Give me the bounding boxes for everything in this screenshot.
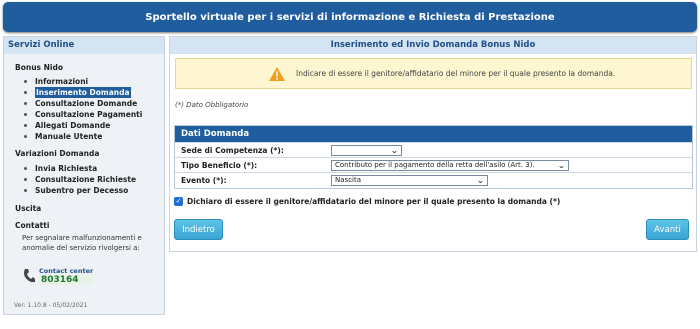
sidebar-item-consultazione-richieste[interactable]: Consultazione Richieste (24, 174, 164, 185)
evento-label: Evento (*): (181, 175, 227, 185)
contact-center-label: Contact center (39, 267, 94, 275)
sidebar-item-inserimento-domanda[interactable]: Inserimento Domanda (24, 87, 164, 98)
chevron-down-icon: ⌄ (390, 145, 399, 155)
form-title: Dati Domanda (175, 126, 692, 142)
section-bonus-nido: Bonus Nido (15, 63, 63, 72)
back-button[interactable]: Indietro (174, 219, 223, 240)
sede-label: Sede di Competenza (*): (181, 145, 284, 155)
evento-value: Nascita (335, 176, 362, 184)
banner-title: Sportello virtuale per i servizi di info… (145, 11, 555, 23)
contact-center: Contact center 803164 (22, 267, 94, 285)
sidebar-item-informazioni[interactable]: Informazioni (24, 76, 164, 87)
declaration-row: ✓ Dichiaro di essere il genitore/affidat… (174, 197, 560, 206)
section-variazioni-domanda: Variazioni Domanda (15, 149, 100, 158)
contact-center-number: 803164 (39, 275, 94, 285)
form-row-sede: Sede di Competenza (*): ⌄ (175, 142, 692, 157)
warning-icon (269, 66, 285, 81)
bullet-icon (24, 124, 27, 127)
sidebar-item-consultazione-domande[interactable]: Consultazione Domande (24, 98, 164, 109)
bullet-icon (24, 91, 27, 94)
contatti-text: Per segnalare malfunzionamenti e anomali… (22, 234, 142, 252)
section-contatti: Contatti (15, 221, 50, 230)
sidebar-item-consultazione-pagamenti[interactable]: Consultazione Pagamenti (24, 109, 164, 120)
chevron-down-icon: ⌄ (476, 175, 485, 185)
tipo-beneficio-label: Tipo Beneficio (*): (181, 160, 258, 170)
main-panel: Inserimento ed Invio Domanda Bonus Nido … (169, 36, 697, 252)
phone-icon (24, 269, 35, 283)
declaration-label: Dichiaro di essere il genitore/affidatar… (187, 197, 561, 206)
warning-text: Indicare di essere il genitore/affidatar… (296, 69, 616, 78)
dati-domanda-form: Dati Domanda Sede di Competenza (*): ⌄ T… (174, 125, 693, 189)
bullet-icon (24, 102, 27, 105)
sidebar-item-manuale-utente[interactable]: Manuale Utente (24, 131, 164, 142)
version-text: Ver: 1.10.8 - 05/02/2021 (14, 302, 88, 309)
sidebar: Servizi Online Bonus Nido Informazioni I… (3, 36, 165, 315)
evento-select[interactable]: Nascita ⌄ (331, 174, 488, 186)
bullet-icon (24, 80, 27, 83)
declaration-checkbox[interactable]: ✓ (174, 197, 183, 206)
bullet-icon (24, 135, 27, 138)
bullet-icon (24, 167, 27, 170)
top-banner: Sportello virtuale per i servizi di info… (3, 2, 697, 32)
bullet-icon (24, 189, 27, 192)
tipo-beneficio-select[interactable]: Contributo per il pagamento della retta … (331, 159, 569, 171)
page-title: Inserimento ed Invio Domanda Bonus Nido (170, 37, 696, 54)
next-button[interactable]: Avanti (646, 219, 689, 240)
chevron-down-icon: ⌄ (557, 160, 566, 170)
sede-select[interactable]: ⌄ (331, 144, 402, 156)
bullet-icon (24, 178, 27, 181)
sidebar-item-allegati-domande[interactable]: Allegati Domande (24, 120, 164, 131)
tipo-beneficio-value: Contributo per il pagamento della retta … (335, 161, 535, 169)
sidebar-item-uscita[interactable]: Uscita (15, 204, 164, 213)
sidebar-item-subentro-decesso[interactable]: Subentro per Decesso (24, 185, 164, 196)
form-row-tipo-beneficio: Tipo Beneficio (*): Contributo per il pa… (175, 157, 692, 172)
required-note: (*) Dato Obbligatorio (175, 101, 249, 109)
sidebar-title: Servizi Online (4, 37, 164, 54)
form-row-evento: Evento (*): Nascita ⌄ (175, 172, 692, 187)
bullet-icon (24, 113, 27, 116)
sidebar-item-invia-richiesta[interactable]: Invia Richiesta (24, 163, 164, 174)
warning-box: Indicare di essere il genitore/affidatar… (175, 58, 692, 89)
